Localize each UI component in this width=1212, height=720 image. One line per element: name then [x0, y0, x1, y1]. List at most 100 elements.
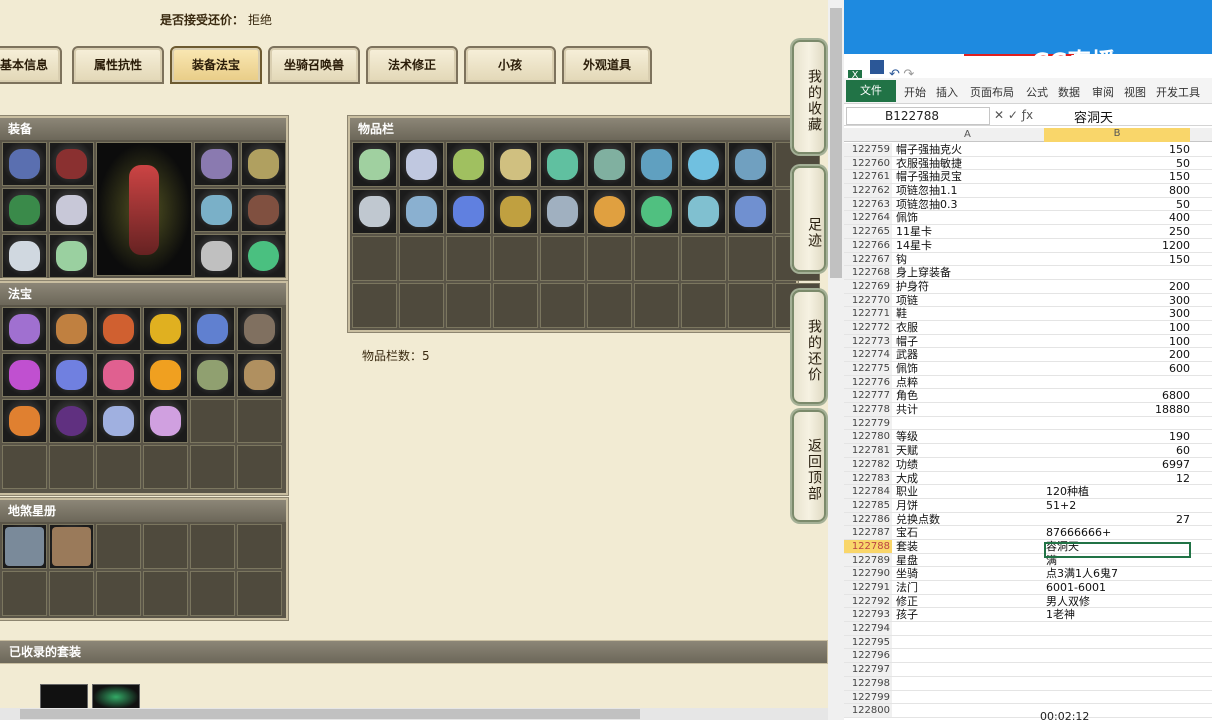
row-number[interactable]: 122772 — [844, 320, 892, 334]
fabao-slot-empty[interactable] — [143, 445, 188, 489]
inventory-slot-empty[interactable] — [728, 283, 773, 328]
row-number[interactable]: 122765 — [844, 225, 892, 238]
suit-icon[interactable] — [40, 684, 88, 710]
inventory-slot[interactable] — [728, 142, 773, 187]
inventory-slot-empty[interactable] — [446, 236, 491, 281]
row-number[interactable]: 122760 — [844, 156, 892, 170]
inventory-slot[interactable] — [587, 142, 632, 187]
inventory-slot-empty[interactable] — [634, 283, 679, 328]
row-number[interactable]: 122779 — [844, 416, 892, 430]
row-number[interactable]: 122788 — [844, 539, 892, 553]
cell-b[interactable]: 190 — [1046, 430, 1190, 444]
save-icon[interactable] — [869, 60, 884, 74]
row-number[interactable]: 122785 — [844, 498, 892, 512]
row-number[interactable]: 122763 — [844, 197, 892, 211]
inventory-slot[interactable] — [352, 189, 397, 234]
inventory-slot[interactable] — [587, 189, 632, 234]
inventory-slot[interactable] — [540, 142, 585, 187]
equip-slot[interactable] — [49, 188, 94, 232]
row-number[interactable]: 122769 — [844, 279, 892, 293]
cell-b[interactable]: 点3满1人6鬼7 — [1046, 567, 1190, 581]
tab-spell-correction[interactable]: 法术修正 — [366, 46, 458, 84]
my-bargains-button[interactable]: 我的还价 — [792, 290, 826, 404]
fabao-slot-empty[interactable] — [2, 445, 47, 489]
cell-b[interactable]: 87666666+ — [1046, 526, 1190, 540]
inventory-slot[interactable] — [399, 142, 444, 187]
active-cell[interactable] — [1044, 542, 1191, 558]
fabao-slot[interactable] — [96, 399, 141, 443]
ribbon-tab-data[interactable]: 数据 — [1058, 84, 1080, 100]
row-number[interactable]: 122784 — [844, 485, 892, 498]
horizontal-scrollbar[interactable] — [0, 708, 828, 720]
inventory-slot[interactable] — [493, 142, 538, 187]
row-number[interactable]: 122777 — [844, 389, 892, 403]
row-number[interactable]: 122776 — [844, 375, 892, 389]
equip-slot[interactable] — [194, 142, 239, 186]
tab-basic-info[interactable]: 基本信息 — [0, 46, 62, 84]
row-number[interactable]: 122781 — [844, 444, 892, 457]
fabao-slot[interactable] — [49, 399, 94, 443]
fabao-slot[interactable] — [190, 307, 235, 351]
cell-b[interactable]: 150 — [1046, 170, 1190, 184]
cell-a[interactable]: 角色 — [896, 389, 1044, 403]
cell-b[interactable]: 800 — [1046, 184, 1190, 198]
equip-slot[interactable] — [194, 234, 239, 278]
fabao-slot[interactable] — [49, 353, 94, 397]
equip-slot[interactable] — [49, 234, 94, 278]
inventory-slot-empty[interactable] — [352, 236, 397, 281]
inventory-slot[interactable] — [634, 189, 679, 234]
tab-mounts[interactable]: 坐骑召唤兽 — [268, 46, 360, 84]
equip-slot[interactable] — [2, 188, 47, 232]
fabao-slot-empty[interactable] — [49, 445, 94, 489]
row-number[interactable]: 122759 — [844, 143, 892, 156]
fabao-slot[interactable] — [2, 399, 47, 443]
cell-a[interactable]: 鞋 — [896, 307, 1044, 321]
row-number[interactable]: 122761 — [844, 170, 892, 184]
cell-b[interactable]: 250 — [1046, 225, 1190, 239]
ribbon-tab-view[interactable]: 视图 — [1124, 84, 1146, 100]
inventory-slot[interactable] — [446, 142, 491, 187]
book-slot-empty[interactable] — [190, 524, 235, 569]
row-number[interactable]: 122783 — [844, 471, 892, 485]
fabao-slot[interactable] — [49, 307, 94, 351]
book-card[interactable] — [49, 524, 94, 569]
tab-child[interactable]: 小孩 — [464, 46, 556, 84]
equip-slot[interactable] — [2, 142, 47, 186]
cell-b[interactable]: 60 — [1046, 444, 1190, 458]
row-number[interactable]: 122767 — [844, 252, 892, 266]
col-a-header[interactable]: A — [964, 129, 971, 140]
book-slot-empty[interactable] — [2, 571, 47, 616]
inventory-slot[interactable] — [728, 189, 773, 234]
row-number[interactable]: 122799 — [844, 690, 892, 704]
cell-b[interactable]: 200 — [1046, 280, 1190, 294]
ribbon-tab-layout[interactable]: 页面布局 — [970, 84, 1014, 100]
inventory-slot[interactable] — [681, 142, 726, 187]
fx-icon[interactable]: ✕ ✓ ƒx — [994, 108, 1033, 122]
cell-a[interactable]: 项链忽抽0.3 — [896, 198, 1044, 212]
row-number[interactable]: 122789 — [844, 553, 892, 567]
row-number[interactable]: 122782 — [844, 457, 892, 471]
row-number[interactable]: 122795 — [844, 635, 892, 649]
inventory-slot-empty[interactable] — [728, 236, 773, 281]
cell-a[interactable]: 星盘 — [896, 554, 1044, 568]
cell-a[interactable]: 佩饰 — [896, 211, 1044, 225]
suit-icon[interactable] — [92, 684, 140, 710]
row-number[interactable]: 122775 — [844, 362, 892, 375]
inventory-slot-empty[interactable] — [399, 283, 444, 328]
equip-slot[interactable] — [241, 142, 286, 186]
book-slot-empty[interactable] — [143, 571, 188, 616]
cell-b[interactable]: 150 — [1046, 143, 1190, 157]
ribbon-tab-insert[interactable]: 插入 — [936, 84, 958, 100]
cell-a[interactable]: 身上穿装备 — [896, 266, 1044, 280]
back-to-top-button[interactable]: 返回顶部 — [792, 410, 826, 522]
book-slot-empty[interactable] — [96, 524, 141, 569]
cell-b[interactable]: 300 — [1046, 294, 1190, 308]
fabao-slot-empty[interactable] — [190, 399, 235, 443]
cell-a[interactable]: 宝石 — [896, 526, 1044, 540]
cell-b[interactable]: 12 — [1046, 472, 1190, 486]
cell-a[interactable]: 法门 — [896, 581, 1044, 595]
equip-slot[interactable] — [2, 234, 47, 278]
book-card[interactable] — [2, 524, 47, 569]
cell-a[interactable]: 职业 — [896, 485, 1044, 499]
row-number[interactable]: 122766 — [844, 238, 892, 252]
